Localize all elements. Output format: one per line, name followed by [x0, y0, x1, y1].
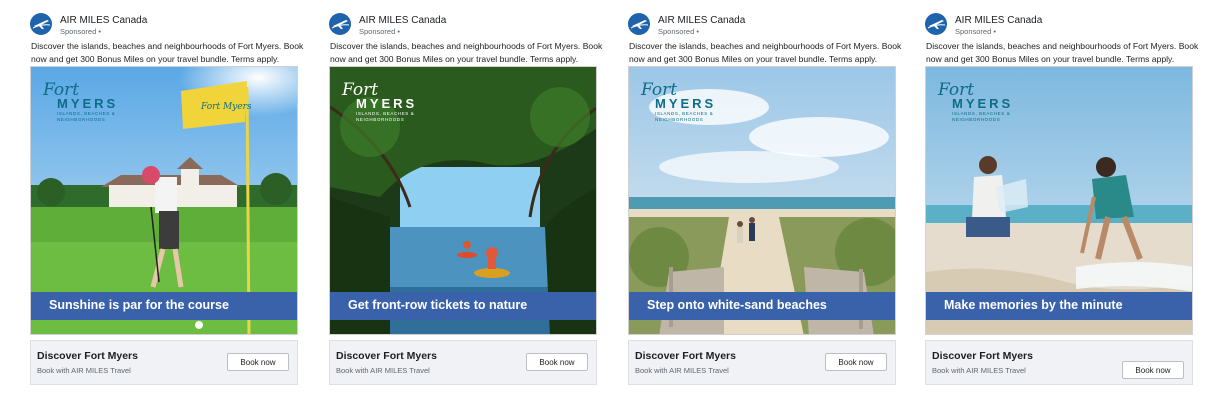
- ad-copy: Discover the islands, beaches and neighb…: [31, 41, 304, 64]
- logo-tagline: ISLANDS, BEACHES & NEIGHBORHOODS: [952, 111, 1011, 122]
- fort-myers-logo: Fort MYERS ISLANDS, BEACHES & NEIGHBORHO…: [641, 80, 721, 122]
- ad-copy: Discover the islands, beaches and neighb…: [926, 41, 1199, 64]
- logo-myers: MYERS: [57, 96, 119, 111]
- ad-card-shelling: AIR MILES Canada Sponsored • Discover th…: [925, 0, 1198, 400]
- ad-card-golf: AIR MILES Canada Sponsored • Discover th…: [30, 0, 303, 400]
- air-miles-plane-icon[interactable]: [30, 13, 52, 35]
- ad-image[interactable]: Fort MYERS ISLANDS, BEACHES & NEIGHBORHO…: [329, 66, 597, 335]
- logo-myers: MYERS: [952, 96, 1014, 111]
- logo-myers: MYERS: [356, 96, 418, 111]
- logo-fort: Fort: [641, 80, 678, 100]
- book-now-button[interactable]: Book now: [825, 353, 887, 371]
- sponsored-label: Sponsored •: [658, 27, 699, 36]
- ad-card-kayak: AIR MILES Canada Sponsored • Discover th…: [329, 0, 602, 400]
- logo-tagline: ISLANDS, BEACHES & NEIGHBORHOODS: [356, 111, 415, 122]
- headline-text: Get front-row tickets to nature: [348, 298, 528, 312]
- ad-image[interactable]: Fort MYERS ISLANDS, BEACHES & NEIGHBORHO…: [925, 66, 1193, 335]
- footer-subtitle: Book with AIR MILES Travel: [635, 366, 729, 375]
- fort-myers-logo: Fort MYERS ISLANDS, BEACHES & NEIGHBORHO…: [938, 80, 1018, 122]
- logo-myers: MYERS: [655, 96, 717, 111]
- advertiser-name[interactable]: AIR MILES Canada: [658, 15, 745, 26]
- ad-header: AIR MILES Canada Sponsored •: [329, 12, 599, 38]
- book-now-button[interactable]: Book now: [227, 353, 289, 371]
- headline-banner: Sunshine is par for the course: [31, 292, 297, 320]
- ad-footer[interactable]: Discover Fort Myers Book with AIR MILES …: [925, 340, 1193, 385]
- fort-myers-logo: Fort MYERS ISLANDS, BEACHES & NEIGHBORHO…: [342, 80, 422, 122]
- air-miles-plane-icon[interactable]: [628, 13, 650, 35]
- ad-image[interactable]: Fort Myers Fort MYERS ISLANDS, BEACHES &…: [30, 66, 298, 335]
- air-miles-plane-icon[interactable]: [925, 13, 947, 35]
- ad-copy: Discover the islands, beaches and neighb…: [330, 41, 603, 64]
- footer-subtitle: Book with AIR MILES Travel: [37, 366, 131, 375]
- footer-title: Discover Fort Myers: [932, 350, 1033, 362]
- ad-footer[interactable]: Discover Fort Myers Book with AIR MILES …: [628, 340, 896, 385]
- ad-footer[interactable]: Discover Fort Myers Book with AIR MILES …: [30, 340, 298, 385]
- flag-text: Fort Myers: [200, 102, 252, 112]
- logo-fort: Fort: [43, 80, 80, 100]
- logo-fort: Fort: [938, 80, 975, 100]
- footer-title: Discover Fort Myers: [37, 350, 138, 362]
- headline-banner: Make memories by the minute: [926, 292, 1192, 320]
- headline-text: Sunshine is par for the course: [49, 298, 229, 312]
- sponsored-label: Sponsored •: [955, 27, 996, 36]
- sponsored-label: Sponsored •: [359, 27, 400, 36]
- footer-subtitle: Book with AIR MILES Travel: [932, 366, 1026, 375]
- advertiser-name[interactable]: AIR MILES Canada: [955, 15, 1042, 26]
- ad-copy: Discover the islands, beaches and neighb…: [629, 41, 902, 64]
- logo-tagline: ISLANDS, BEACHES & NEIGHBORHOODS: [57, 111, 116, 122]
- logo-tagline: ISLANDS, BEACHES & NEIGHBORHOODS: [655, 111, 714, 122]
- headline-text: Step onto white-sand beaches: [647, 298, 827, 312]
- headline-text: Make memories by the minute: [944, 298, 1123, 312]
- ad-card-beach: AIR MILES Canada Sponsored • Discover th…: [628, 0, 901, 400]
- headline-banner: Step onto white-sand beaches: [629, 292, 895, 320]
- ad-header: AIR MILES Canada Sponsored •: [30, 12, 300, 38]
- logo-fort: Fort: [342, 80, 379, 100]
- advertiser-name[interactable]: AIR MILES Canada: [60, 15, 147, 26]
- ad-image[interactable]: Fort MYERS ISLANDS, BEACHES & NEIGHBORHO…: [628, 66, 896, 335]
- footer-title: Discover Fort Myers: [635, 350, 736, 362]
- footer-subtitle: Book with AIR MILES Travel: [336, 366, 430, 375]
- headline-banner: Get front-row tickets to nature: [330, 292, 596, 320]
- book-now-button[interactable]: Book now: [526, 353, 588, 371]
- ad-header: AIR MILES Canada Sponsored •: [628, 12, 898, 38]
- advertiser-name[interactable]: AIR MILES Canada: [359, 15, 446, 26]
- book-now-button[interactable]: Book now: [1122, 361, 1184, 379]
- ad-header: AIR MILES Canada Sponsored •: [925, 12, 1195, 38]
- sponsored-label: Sponsored •: [60, 27, 101, 36]
- ad-footer[interactable]: Discover Fort Myers Book with AIR MILES …: [329, 340, 597, 385]
- fort-myers-logo: Fort MYERS ISLANDS, BEACHES & NEIGHBORHO…: [43, 80, 123, 122]
- footer-title: Discover Fort Myers: [336, 350, 437, 362]
- air-miles-plane-icon[interactable]: [329, 13, 351, 35]
